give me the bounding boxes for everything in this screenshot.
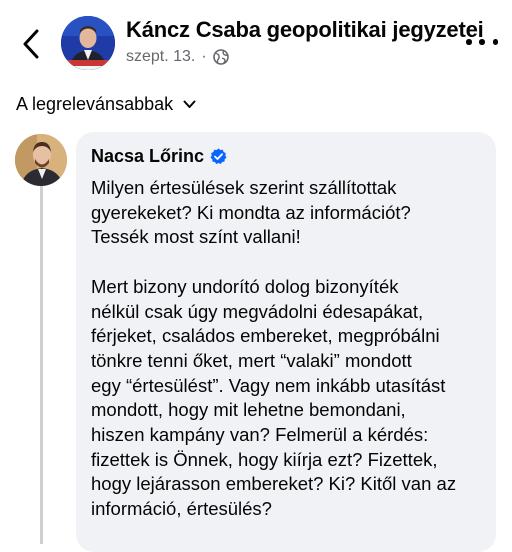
more-dot-icon (466, 39, 472, 45)
comment-line: Tessék most színt vallani! (91, 226, 301, 248)
more-options-button[interactable] (466, 34, 498, 50)
globe-icon (212, 49, 229, 65)
post-meta: szept. 13. · (126, 48, 229, 66)
more-dot-icon (479, 39, 485, 45)
page-title[interactable]: Káncz Csaba geopolitikai jegyzetei (126, 17, 484, 43)
chevron-left-icon (23, 29, 39, 59)
post-date[interactable]: szept. 13. (126, 48, 195, 66)
more-dot-icon (492, 39, 498, 45)
page-avatar[interactable] (61, 16, 115, 70)
post-header: Káncz Csaba geopolitikai jegyzetei szept… (0, 0, 512, 84)
comment-sort-dropdown[interactable]: A legrelevánsabbak (16, 94, 196, 115)
comment-line: hogy lejárasson embereket? Ki? Kitől van… (91, 473, 457, 495)
commenter-avatar[interactable] (15, 134, 67, 186)
meta-separator: · (201, 48, 207, 65)
comment-line: nélkül csak úgy megvádolni édesapákat, (91, 300, 424, 322)
comment-author-row: Nacsa Lőrinc (91, 146, 227, 167)
comment-author-name[interactable]: Nacsa Lőrinc (91, 146, 204, 167)
comment-line: férjeket, családos embereket, megpróbáln… (91, 325, 440, 347)
verified-badge-icon (210, 148, 227, 164)
comment-line: Mert bizony undorító dolog bizonyíték (91, 275, 399, 297)
comment-line: Milyen értesülések szerint szállítottak (91, 177, 397, 198)
comment-line: információ, értesülés? (91, 498, 272, 520)
back-button[interactable] (16, 26, 46, 62)
comment-line: fizettek is Önnek, hogy kiírja ezt? Fize… (91, 448, 438, 470)
comment-text: Milyen értesülések szerint szállítottak … (91, 176, 491, 522)
comment-line: mondott, hogy mit lehetne bemondani, (91, 399, 406, 421)
comment-line: gyerekeket? Ki mondta az információt? (91, 201, 411, 223)
commenter-avatar-image (15, 134, 67, 186)
reply-thread-line (40, 184, 43, 544)
comment-line: tönkre tenni őket, mert “valaki” mondott (91, 349, 412, 371)
chevron-down-icon (183, 100, 196, 108)
page-avatar-image (61, 16, 115, 70)
comment-line: hiszen kampány van? Felmerül a kérdés: (91, 424, 429, 446)
comment-line: egy “értesülést”. Vagy nem inkább utasít… (91, 374, 446, 396)
sort-label: A legrelevánsabbak (16, 94, 174, 114)
